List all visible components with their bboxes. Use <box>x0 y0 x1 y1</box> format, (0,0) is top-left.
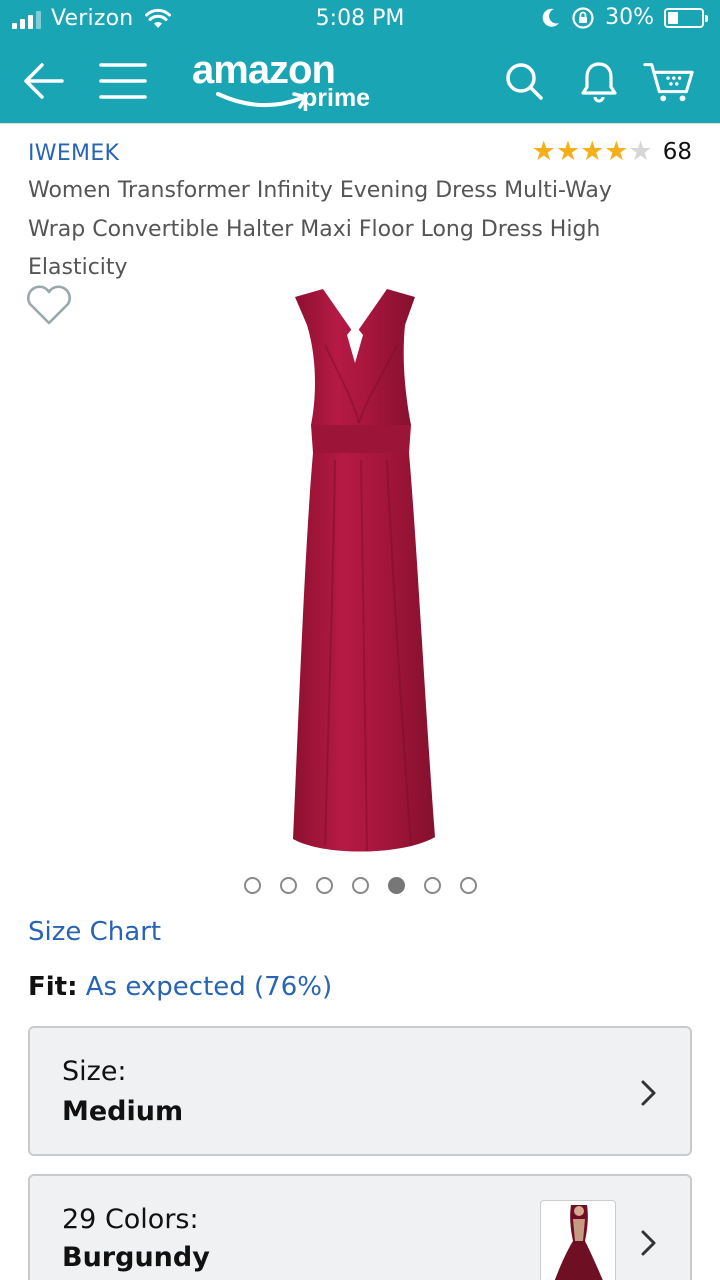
size-value: Medium <box>62 1096 184 1127</box>
image-carousel-dots[interactable] <box>0 877 720 894</box>
fit-value-link[interactable]: As expected (76%) <box>86 972 332 1002</box>
logo-smile-icon <box>216 92 308 109</box>
carousel-dot[interactable] <box>279 877 297 894</box>
back-icon[interactable] <box>16 54 70 108</box>
product-image[interactable] <box>255 285 465 865</box>
chevron-right-icon <box>641 1230 656 1256</box>
carousel-dot[interactable] <box>351 877 369 894</box>
rating[interactable]: ★ ★ ★ ★ ★ 68 <box>532 138 692 166</box>
nav-bar: amazon prime <box>0 40 720 123</box>
chevron-right-icon <box>641 1080 656 1106</box>
color-count-label: 29 Colors: <box>62 1204 199 1235</box>
header-divider <box>0 123 720 124</box>
logo-sub-text: prime <box>302 84 371 112</box>
carousel-dot[interactable] <box>423 877 441 894</box>
fit-label: Fit: <box>28 972 78 1002</box>
amazon-prime-logo[interactable]: amazon prime <box>192 48 392 118</box>
status-right: 30% <box>541 5 708 30</box>
notification-bell-icon[interactable] <box>572 54 626 108</box>
star-icon: ★ <box>604 136 629 167</box>
color-selector[interactable]: 29 Colors: Burgundy <box>28 1174 692 1280</box>
menu-icon[interactable] <box>96 54 150 108</box>
size-selector[interactable]: Size: Medium <box>28 1026 692 1156</box>
product-title: Women Transformer Infinity Evening Dress… <box>28 178 612 280</box>
color-value: Burgundy <box>62 1242 210 1273</box>
brand-link[interactable]: IWEMEK <box>28 141 119 166</box>
size-label: Size: <box>62 1056 127 1087</box>
color-swatch-thumbnail[interactable] <box>540 1200 616 1280</box>
carousel-dot[interactable] <box>459 877 477 894</box>
search-icon[interactable] <box>497 54 551 108</box>
carousel-dot-active[interactable] <box>387 877 405 894</box>
star-icon: ★ <box>531 136 556 167</box>
star-icon: ★ <box>580 136 605 167</box>
wishlist-heart-icon[interactable] <box>24 284 74 326</box>
carousel-dot[interactable] <box>315 877 333 894</box>
app-header: Verizon 5:08 PM 30% amazon prime <box>0 0 720 123</box>
battery-percent: 30% <box>605 5 654 30</box>
size-chart-link[interactable]: Size Chart <box>28 917 161 947</box>
orientation-lock-icon <box>572 6 594 29</box>
battery-icon <box>664 7 708 28</box>
star-icon: ★ <box>555 136 581 167</box>
star-empty-icon: ★ <box>628 136 653 167</box>
carousel-dot[interactable] <box>243 877 261 894</box>
cart-icon[interactable] <box>642 54 696 108</box>
star-rating: ★ ★ ★ ★ ★ <box>532 138 653 166</box>
moon-icon <box>542 8 560 27</box>
fit-info: Fit: As expected (76%) <box>28 972 332 1002</box>
status-bar: Verizon 5:08 PM 30% <box>0 0 720 40</box>
review-count: 68 <box>662 139 692 165</box>
